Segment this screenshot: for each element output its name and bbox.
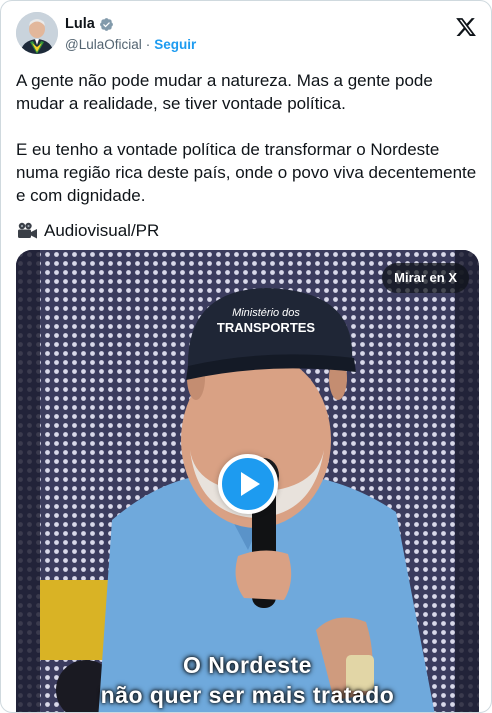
separator-dot: · (145, 37, 151, 52)
cap-text-line1: Ministério dos (232, 307, 300, 319)
verified-badge-icon (99, 17, 113, 31)
tweet-credit: Audiovisual/PR (16, 219, 159, 242)
video-subtitle-line-1: O Nordeste (183, 652, 312, 678)
tweet-paragraph-2: E eu tenho a vontade política de transfo… (16, 140, 477, 205)
video-subtitle-line-2: não quer ser mais tratado (100, 682, 395, 708)
author-name[interactable]: Lula (65, 16, 95, 32)
cap-text-line2: TRANSPORTES (217, 320, 316, 335)
author-handle[interactable]: @LulaOficial (65, 37, 142, 52)
author-handle-row: @LulaOficial · Seguir (65, 37, 196, 52)
x-logo-icon[interactable] (455, 16, 477, 38)
play-button[interactable] (218, 454, 278, 514)
movie-camera-icon (18, 222, 37, 238)
watch-on-x-button[interactable]: Mirar en X (382, 263, 469, 293)
tweet-paragraph-1: A gente não pode mudar a natureza. Mas a… (16, 71, 433, 113)
tweet-text: A gente não pode mudar a natureza. Mas a… (16, 69, 478, 230)
avatar[interactable] (16, 12, 58, 54)
play-icon (241, 472, 260, 496)
tweet-header: Lula @LulaOficial · Seguir (16, 12, 479, 56)
video-player[interactable]: Ministério dos TRANSPORTES Mirar en X O … (16, 250, 479, 712)
follow-button[interactable]: Seguir (154, 37, 196, 52)
author-name-row: Lula (65, 16, 114, 32)
credit-text: Audiovisual/PR (44, 221, 160, 240)
tweet-card: Lula @LulaOficial · Seguir A gente não p… (0, 0, 492, 713)
